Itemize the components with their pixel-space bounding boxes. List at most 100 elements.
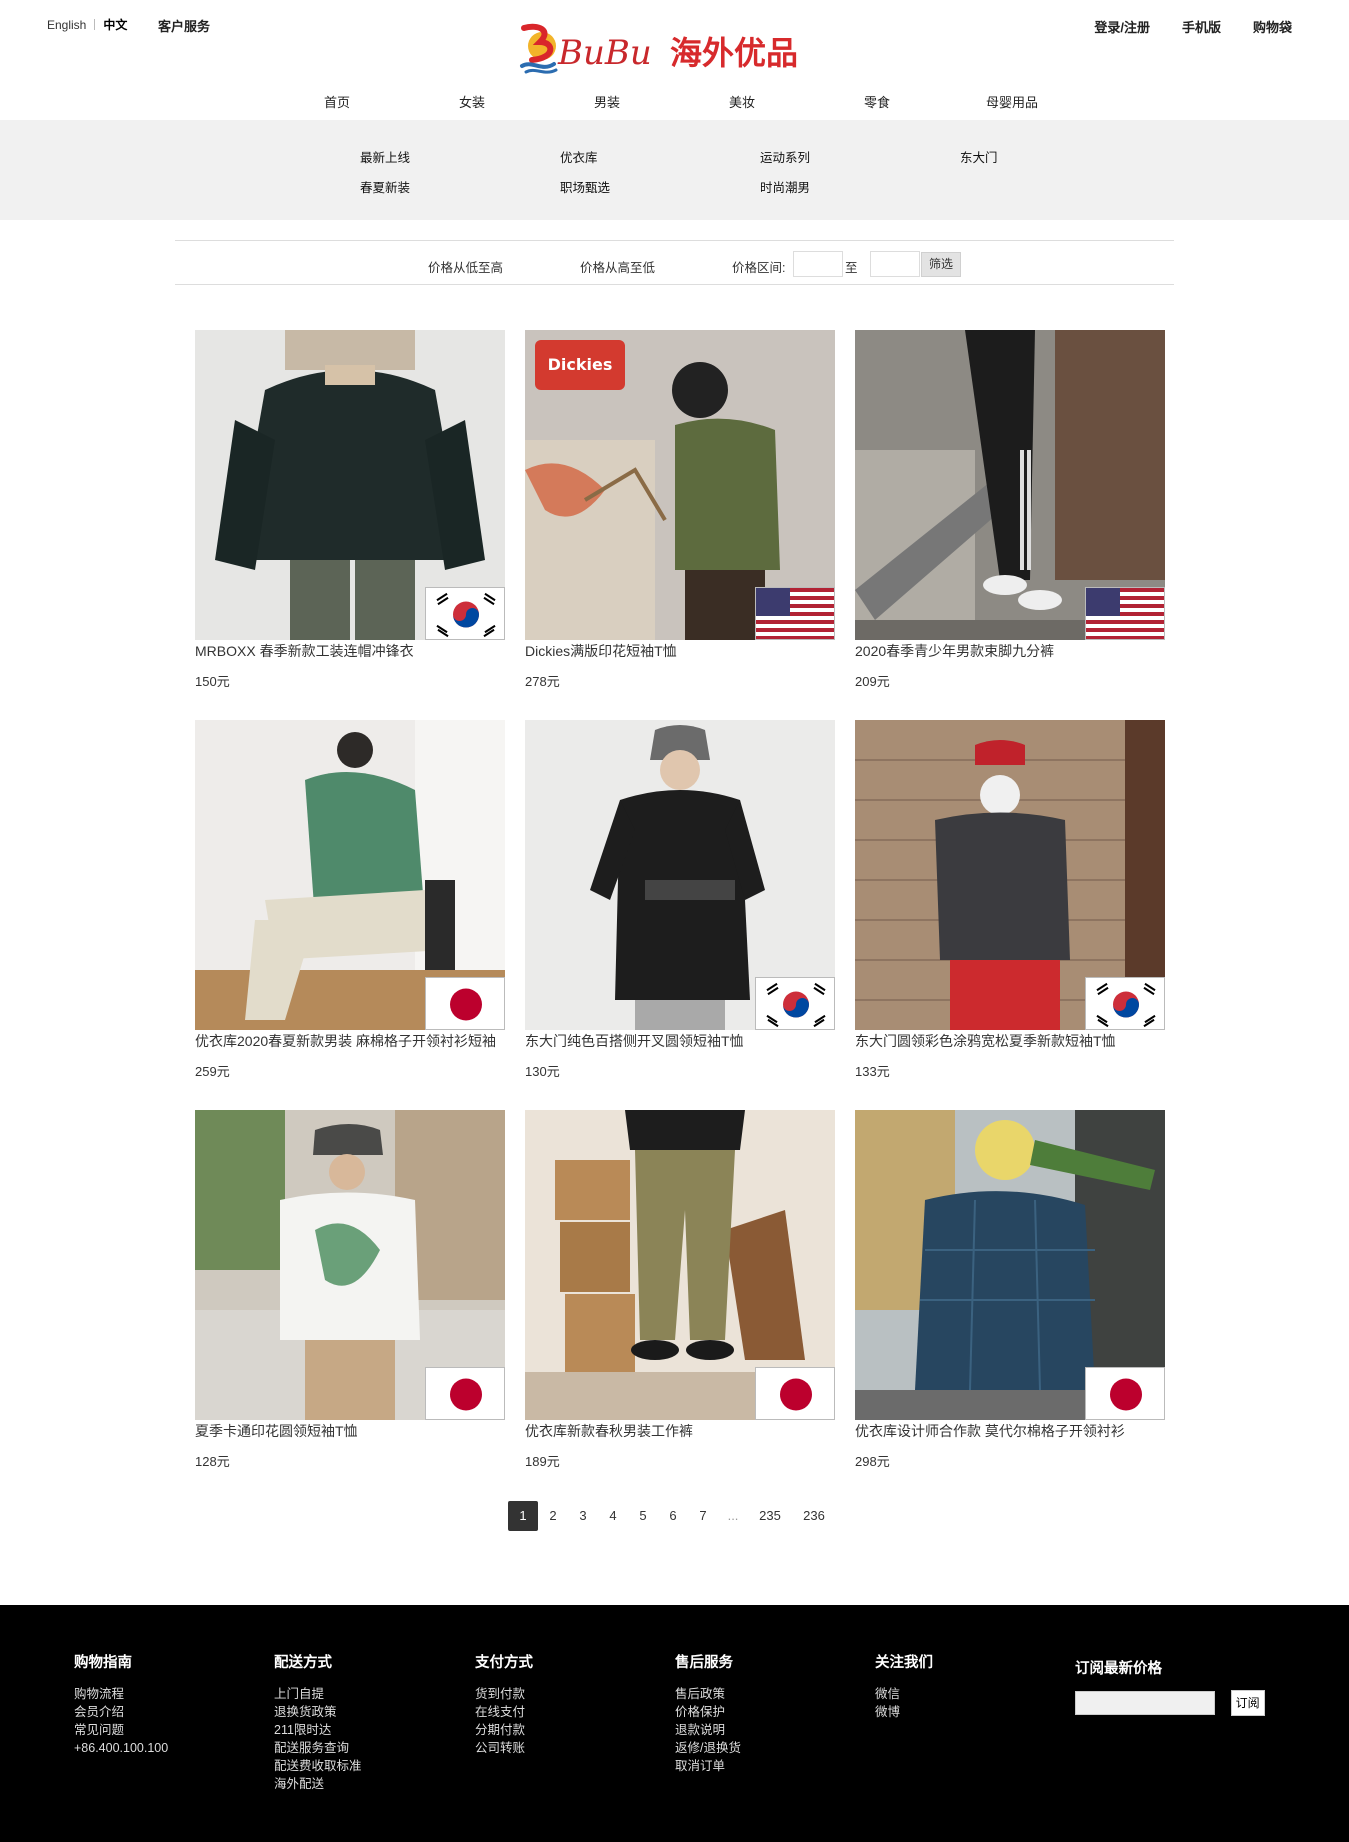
product-name[interactable]: 优衣库新款春秋男装工作裤 — [525, 1421, 693, 1441]
page-1-button[interactable]: 1 — [508, 1501, 538, 1531]
product-name[interactable]: 优衣库设计师合作款 莫代尔棉格子开领衬衫 — [855, 1421, 1125, 1441]
nav-beauty[interactable]: 美妆 — [729, 92, 755, 111]
lang-chinese-link[interactable]: 中文 — [103, 16, 127, 33]
footer-link[interactable]: 配送费收取标准 — [274, 1757, 362, 1775]
product-card[interactable]: 优衣库设计师合作款 莫代尔棉格子开领衬衫 298元 — [855, 1110, 1165, 1470]
footer-link-wechat[interactable]: 微信 — [875, 1685, 933, 1703]
footer-link[interactable]: 价格保护 — [675, 1703, 741, 1721]
korea-flag-icon — [1085, 977, 1165, 1030]
footer-column-title: 关注我们 — [875, 1655, 933, 1671]
product-card[interactable]: Dickies Dickies满版印花短袖T恤 278元 — [525, 330, 835, 690]
footer-link[interactable]: 货到付款 — [475, 1685, 533, 1703]
footer-link[interactable]: 返修/退换货 — [675, 1739, 741, 1757]
footer-link[interactable]: 211限时达 — [274, 1721, 362, 1739]
filter-button[interactable]: 筛选 — [921, 252, 961, 277]
footer-link[interactable]: 配送服务查询 — [274, 1739, 362, 1757]
product-name[interactable]: 东大门纯色百搭侧开叉圆领短袖T恤 — [525, 1031, 744, 1051]
footer-link[interactable]: 上门自提 — [274, 1685, 362, 1703]
subnav-uniqlo[interactable]: 优衣库 — [560, 147, 598, 166]
site-logo[interactable]: BuBu 海外优品 — [518, 20, 832, 78]
footer-link[interactable]: 公司转账 — [475, 1739, 533, 1757]
product-card[interactable]: 夏季卡通印花圆领短袖T恤 128元 — [195, 1110, 505, 1470]
account-links: 登录/注册 手机版 购物袋 — [1094, 17, 1292, 36]
footer-link[interactable]: 售后政策 — [675, 1685, 741, 1703]
page-4-button[interactable]: 4 — [598, 1501, 628, 1531]
product-price: 259元 — [195, 1064, 230, 1079]
bubu-logo-icon: BuBu 海外优品 — [520, 23, 798, 74]
japan-flag-icon — [755, 1367, 835, 1420]
pagination-ellipsis: ... — [727, 1508, 739, 1523]
product-photo[interactable] — [195, 330, 505, 640]
price-max-input[interactable] — [870, 251, 920, 277]
page-235-button[interactable]: 235 — [748, 1501, 792, 1531]
product-name[interactable]: 2020春季青少年男款束脚九分裤 — [855, 641, 1054, 661]
sort-price-desc[interactable]: 价格从高至低 — [580, 257, 655, 276]
product-name[interactable]: Dickies满版印花短袖T恤 — [525, 641, 677, 661]
subnav-sports[interactable]: 运动系列 — [760, 147, 810, 166]
nav-men[interactable]: 男装 — [594, 92, 620, 111]
product-card[interactable]: 2020春季青少年男款束脚九分裤 209元 — [855, 330, 1165, 690]
mobile-version-link[interactable]: 手机版 — [1182, 17, 1221, 36]
product-photo[interactable] — [195, 1110, 505, 1420]
subscribe-button[interactable]: 订阅 — [1230, 1690, 1265, 1716]
sort-price-asc[interactable]: 价格从低至高 — [428, 257, 503, 276]
price-range-to: 至 — [845, 261, 858, 275]
product-photo[interactable] — [195, 720, 505, 1030]
product-photo[interactable] — [525, 720, 835, 1030]
subnav-spring-summer[interactable]: 春夏新装 — [360, 177, 410, 196]
page-3-button[interactable]: 3 — [568, 1501, 598, 1531]
nav-snacks[interactable]: 零食 — [864, 92, 890, 111]
subnav-workwear[interactable]: 职场甄选 — [560, 177, 610, 196]
page-5-button[interactable]: 5 — [628, 1501, 658, 1531]
product-card[interactable]: 优衣库新款春秋男装工作裤 189元 — [525, 1110, 835, 1470]
footer-link[interactable]: 会员介绍 — [74, 1703, 168, 1721]
footer-link[interactable]: 购物流程 — [74, 1685, 168, 1703]
login-register-link[interactable]: 登录/注册 — [1094, 17, 1150, 36]
usa-flag-icon — [755, 587, 835, 640]
product-photo[interactable] — [855, 1110, 1165, 1420]
product-card[interactable]: 优衣库2020春夏新款男装 麻棉格子开领衬衫短袖 259元 — [195, 720, 505, 1080]
japan-flag-icon — [1085, 1367, 1165, 1420]
dickies-logo-text: Dickies — [548, 355, 613, 374]
svg-text:海外优品: 海外优品 — [670, 34, 798, 72]
footer-link[interactable]: 取消订单 — [675, 1757, 741, 1775]
subnav-trendy-men[interactable]: 时尚潮男 — [760, 177, 810, 196]
product-card[interactable]: MRBOXX 春季新款工装连帽冲锋衣 150元 — [195, 330, 505, 690]
product-photo[interactable] — [855, 330, 1165, 640]
product-price: 278元 — [525, 674, 560, 689]
product-name[interactable]: 优衣库2020春夏新款男装 麻棉格子开领衬衫短袖 — [195, 1031, 496, 1051]
product-name[interactable]: 东大门圆领彩色涂鸦宽松夏季新款短袖T恤 — [855, 1031, 1116, 1051]
subnav-dongdaemun[interactable]: 东大门 — [960, 147, 998, 166]
footer-link[interactable]: 退款说明 — [675, 1721, 741, 1739]
footer-link[interactable]: 常见问题 — [74, 1721, 168, 1739]
footer-link[interactable]: 退换货政策 — [274, 1703, 362, 1721]
product-card[interactable]: 东大门纯色百搭侧开叉圆领短袖T恤 130元 — [525, 720, 835, 1080]
footer-link-weibo[interactable]: 微博 — [875, 1703, 933, 1721]
page-7-button[interactable]: 7 — [688, 1501, 718, 1531]
product-photo[interactable] — [855, 720, 1165, 1030]
product-price: 189元 — [525, 1454, 560, 1469]
product-card[interactable]: 东大门圆领彩色涂鸦宽松夏季新款短袖T恤 133元 — [855, 720, 1165, 1080]
product-photo[interactable]: Dickies — [525, 330, 835, 640]
lang-english-link[interactable]: English — [47, 18, 86, 32]
subscribe-email-input[interactable] — [1075, 1691, 1215, 1715]
shopping-bag-link[interactable]: 购物袋 — [1253, 17, 1292, 36]
footer-link[interactable]: 分期付款 — [475, 1721, 533, 1739]
nav-home[interactable]: 首页 — [324, 92, 350, 111]
page-6-button[interactable]: 6 — [658, 1501, 688, 1531]
nav-women[interactable]: 女装 — [459, 92, 485, 111]
nav-baby[interactable]: 母婴用品 — [986, 92, 1038, 111]
product-name[interactable]: MRBOXX 春季新款工装连帽冲锋衣 — [195, 641, 414, 661]
footer-link[interactable]: 在线支付 — [475, 1703, 533, 1721]
footer-link[interactable]: 海外配送 — [274, 1775, 362, 1793]
sub-nav: 最新上线 优衣库 运动系列 东大门 春夏新装 职场甄选 时尚潮男 — [0, 120, 1349, 220]
page-2-button[interactable]: 2 — [538, 1501, 568, 1531]
footer: 购物指南 购物流程 会员介绍 常见问题 +86.400.100.100 配送方式… — [0, 1605, 1349, 1842]
customer-service-link[interactable]: 客户服务 — [158, 16, 210, 35]
footer-column-title: 配送方式 — [274, 1655, 332, 1671]
product-photo[interactable] — [525, 1110, 835, 1420]
price-min-input[interactable] — [793, 251, 843, 277]
product-name[interactable]: 夏季卡通印花圆领短袖T恤 — [195, 1421, 358, 1441]
subnav-new-arrivals[interactable]: 最新上线 — [360, 147, 410, 166]
page-236-button[interactable]: 236 — [792, 1501, 836, 1531]
